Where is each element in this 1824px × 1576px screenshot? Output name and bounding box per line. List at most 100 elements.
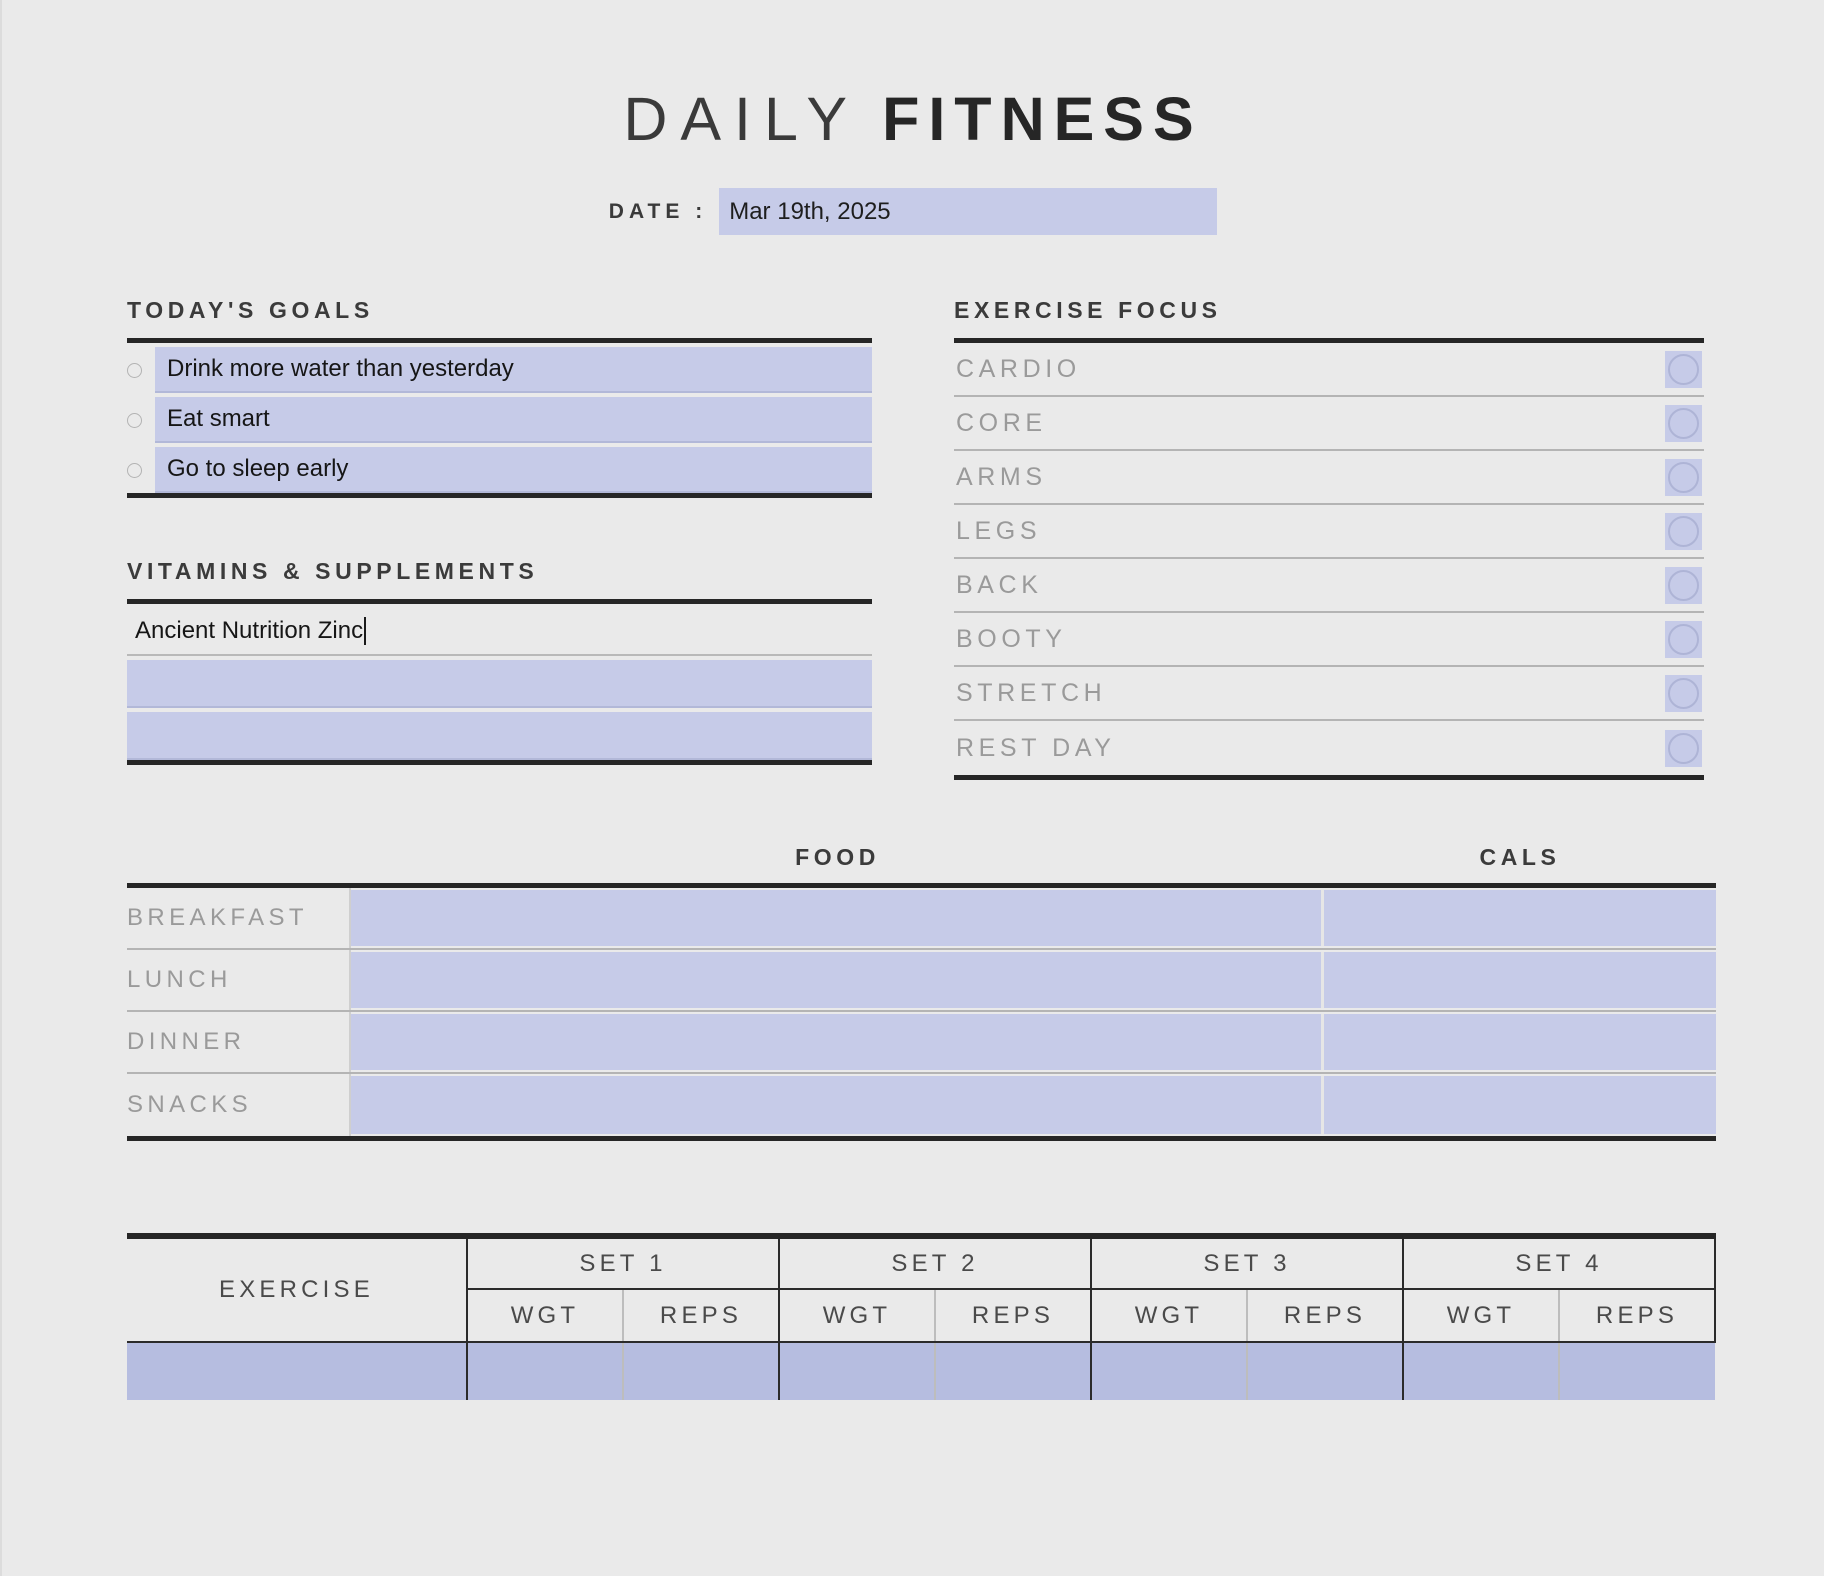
food-input[interactable] [351, 952, 1324, 1008]
wgt-input[interactable] [467, 1342, 624, 1400]
reps-input[interactable] [935, 1342, 1092, 1400]
wgt-header: WGT [1403, 1289, 1560, 1343]
circle-icon [1668, 515, 1699, 547]
exercise-focus-list: CARDIO CORE ARMS LEGS BACK BOOTY STRETCH… [954, 343, 1704, 775]
vitamin-input[interactable] [127, 660, 872, 708]
exercise-focus-label: CARDIO [956, 354, 1081, 383]
cals-column-header: CALS [1479, 844, 1561, 870]
reps-header: REPS [623, 1289, 780, 1343]
reps-header: REPS [935, 1289, 1092, 1343]
set-header-4: SET 4 [1403, 1236, 1716, 1290]
meal-label: SNACKS [127, 1074, 351, 1136]
workout-section: EXERCISE SET 1 SET 2 SET 3 SET 4 WGT REP… [2, 1233, 1824, 1400]
title-word-daily: DAILY [623, 85, 861, 153]
wgt-header: WGT [1091, 1289, 1248, 1343]
right-column: EXERCISE FOCUS CARDIO CORE ARMS LEGS BAC… [954, 297, 1704, 780]
workout-table: EXERCISE SET 1 SET 2 SET 3 SET 4 WGT REP… [127, 1233, 1716, 1400]
exercise-focus-row: STRETCH [954, 667, 1704, 721]
vitamins-section: VITAMINS & SUPPLEMENTS Ancient Nutrition… [127, 558, 872, 765]
wgt-header: WGT [467, 1289, 624, 1343]
set-header-2: SET 2 [779, 1236, 1092, 1290]
goal-row: Go to sleep early [127, 447, 872, 493]
meal-label: BREAKFAST [127, 888, 351, 948]
cals-input[interactable] [1324, 952, 1716, 1008]
vitamins-bottom-divider [127, 760, 872, 765]
exercise-focus-toggle[interactable] [1665, 620, 1702, 658]
vitamin-input[interactable]: Ancient Nutrition Zinc [127, 608, 872, 656]
exercise-focus-heading: EXERCISE FOCUS [954, 297, 1222, 323]
goals-list: Drink more water than yesterday Eat smar… [127, 347, 872, 493]
food-input[interactable] [351, 1076, 1324, 1134]
goal-row: Eat smart [127, 397, 872, 443]
exercise-focus-label: BOOTY [956, 624, 1067, 653]
wgt-input[interactable] [1091, 1342, 1248, 1400]
food-input[interactable] [351, 1014, 1324, 1070]
vitamin-input[interactable] [127, 712, 872, 760]
goal-checkbox-icon[interactable] [127, 412, 142, 428]
circle-icon [1668, 732, 1699, 764]
exercise-focus-toggle[interactable] [1665, 729, 1702, 767]
exercise-focus-toggle[interactable] [1665, 674, 1702, 712]
goal-input[interactable]: Eat smart [155, 397, 872, 443]
exercise-focus-row: BACK [954, 559, 1704, 613]
cals-input[interactable] [1324, 1076, 1716, 1134]
exercise-focus-row: ARMS [954, 451, 1704, 505]
goal-input[interactable]: Go to sleep early [155, 447, 872, 493]
food-row: SNACKS [127, 1074, 1716, 1136]
exercise-focus-toggle[interactable] [1665, 404, 1702, 442]
reps-input[interactable] [623, 1342, 780, 1400]
set-header-3: SET 3 [1091, 1236, 1404, 1290]
circle-icon [1668, 569, 1699, 601]
exercise-focus-row: LEGS [954, 505, 1704, 559]
page-title: DAILY FITNESS [2, 0, 1824, 154]
exercise-focus-toggle[interactable] [1665, 458, 1702, 496]
vitamins-divider [127, 599, 872, 604]
workout-row [127, 1342, 1715, 1400]
exercise-focus-label: LEGS [956, 516, 1042, 545]
date-label: DATE : [608, 199, 708, 223]
exercise-focus-row: REST DAY [954, 721, 1704, 775]
food-input[interactable] [351, 890, 1324, 946]
exercise-focus-label: ARMS [956, 462, 1047, 491]
goals-heading: TODAY'S GOALS [127, 297, 374, 323]
exercise-column-header: EXERCISE [127, 1236, 468, 1343]
food-row: LUNCH [127, 950, 1716, 1012]
date-input[interactable]: Mar 19th, 2025 [719, 188, 1218, 235]
left-column: TODAY'S GOALS Drink more water than yest… [127, 297, 872, 780]
date-row: DATE : Mar 19th, 2025 [2, 188, 1824, 235]
exercise-focus-row: BOOTY [954, 613, 1704, 667]
goal-checkbox-icon[interactable] [127, 462, 142, 478]
food-row: BREAKFAST [127, 888, 1716, 950]
food-meal-header [127, 844, 351, 871]
cals-input[interactable] [1324, 1014, 1716, 1070]
food-table: BREAKFAST LUNCH DINNER SNACKS [127, 883, 1716, 1141]
meal-label: LUNCH [127, 950, 351, 1010]
reps-header: REPS [1247, 1289, 1404, 1343]
main-columns: TODAY'S GOALS Drink more water than yest… [2, 297, 1824, 780]
exercise-focus-label: REST DAY [956, 733, 1116, 762]
circle-icon [1668, 407, 1699, 439]
reps-input[interactable] [1559, 1342, 1715, 1400]
exercise-focus-row: CORE [954, 397, 1704, 451]
circle-icon [1668, 461, 1699, 493]
food-table-header: FOOD CALS [127, 844, 1716, 883]
cals-input[interactable] [1324, 890, 1716, 946]
wgt-input[interactable] [779, 1342, 936, 1400]
goal-input[interactable]: Drink more water than yesterday [155, 347, 872, 393]
exercise-focus-toggle[interactable] [1665, 512, 1702, 550]
food-section: FOOD CALS BREAKFAST LUNCH DINNER SNACKS [2, 844, 1824, 1141]
wgt-input[interactable] [1403, 1342, 1560, 1400]
reps-header: REPS [1559, 1289, 1716, 1343]
vitamins-heading: VITAMINS & SUPPLEMENTS [127, 558, 539, 584]
exercise-name-input[interactable] [127, 1342, 468, 1400]
goals-bottom-divider [127, 493, 872, 498]
exercise-focus-toggle[interactable] [1665, 566, 1702, 604]
exercise-focus-label: STRETCH [956, 678, 1107, 707]
circle-icon [1668, 677, 1699, 709]
exercise-focus-toggle[interactable] [1665, 350, 1702, 388]
goal-checkbox-icon[interactable] [127, 362, 142, 378]
meal-label: DINNER [127, 1012, 351, 1072]
exercise-focus-bottom-divider [954, 775, 1704, 780]
reps-input[interactable] [1247, 1342, 1404, 1400]
exercise-focus-row: CARDIO [954, 343, 1704, 397]
